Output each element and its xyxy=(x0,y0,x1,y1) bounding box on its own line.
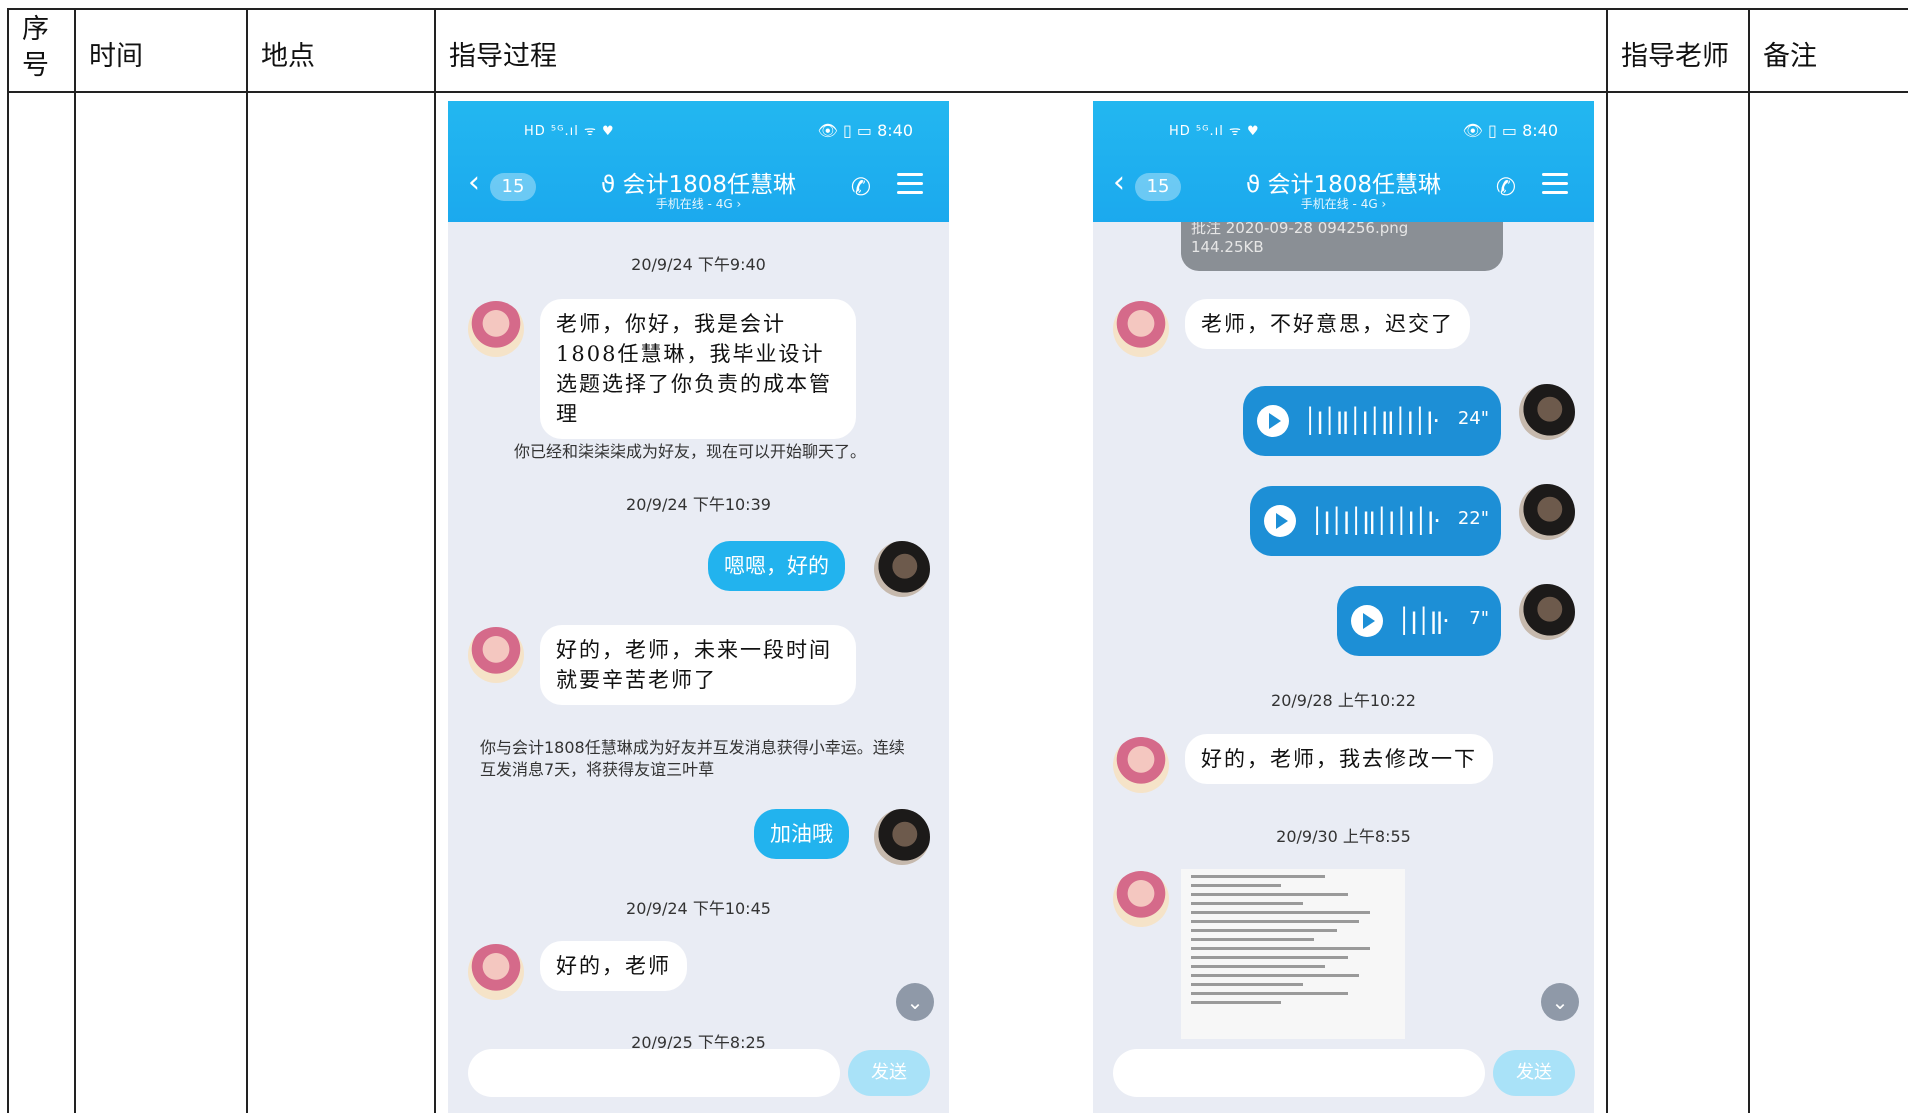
avatar-self[interactable] xyxy=(874,809,930,865)
avatar-self[interactable] xyxy=(1519,384,1575,440)
status-icons: HD ⁵ᴳ.ıl ᯤ ♥ xyxy=(1169,124,1260,139)
header-seq-line2: 号 xyxy=(22,50,49,81)
scroll-down-icon[interactable]: ⌄ xyxy=(896,983,934,1021)
message-bubble: 好的，老师 xyxy=(540,941,687,991)
system-notice: 你已经和柒柒柒成为好友，现在可以开始聊天了。 xyxy=(514,442,867,461)
chat-subtitle: 手机在线 - 4G › xyxy=(655,197,742,211)
avatar-self[interactable] xyxy=(874,541,930,597)
status-icons: HD ⁵ᴳ.ıl ᯤ ♥ xyxy=(524,124,615,139)
voice-message[interactable]: │ǀ│ǀ│ǀǀ│ǀ│ǀ│ǀ· 22" xyxy=(1250,486,1501,556)
send-button[interactable]: 发送 xyxy=(1493,1050,1575,1096)
menu-icon[interactable] xyxy=(897,173,923,195)
scroll-down-icon[interactable]: ⌄ xyxy=(1541,983,1579,1021)
chat-header: HD ⁵ᴳ.ıl ᯤ ♥ 👁 ▯ ▭ 8:40 ‹ 15 ϑ 会计1808任慧琳… xyxy=(1093,101,1594,222)
phone-call-icon[interactable]: ✆ xyxy=(851,173,871,201)
waveform-icon: │ǀ│ǀǀ· xyxy=(1397,607,1450,635)
voice-message[interactable]: │ǀ│ǀǀ│ǀ│ǀǀ│ǀ│ǀ· 24" xyxy=(1243,386,1501,456)
message-input[interactable] xyxy=(1113,1049,1485,1097)
avatar[interactable] xyxy=(1113,737,1169,793)
voice-duration: 22" xyxy=(1457,508,1489,529)
message-bubble: 老师，你好，我是会计1808任慧琳，我毕业设计选题选择了你负责的成本管理 xyxy=(540,299,856,439)
timestamp: 20/9/24 下午9:40 xyxy=(631,255,766,274)
status-time: 👁 ▯ ▭ 8:40 xyxy=(1462,121,1558,140)
avatar[interactable] xyxy=(468,301,524,357)
play-icon[interactable] xyxy=(1264,505,1296,537)
header-remarks: 备注 xyxy=(1763,41,1817,72)
chat-header: HD ⁵ᴳ.ıl ᯤ ♥ 👁 ▯ ▭ 8:40 ‹ 15 ϑ 会计1808任慧琳… xyxy=(448,101,949,222)
voice-message[interactable]: │ǀ│ǀǀ· 7" xyxy=(1337,586,1501,656)
avatar[interactable] xyxy=(468,627,524,683)
header-teacher: 指导老师 xyxy=(1621,41,1729,72)
status-time: 👁 ▯ ▭ 8:40 xyxy=(817,121,913,140)
avatar-self[interactable] xyxy=(1519,484,1575,540)
timestamp: 20/9/24 下午10:39 xyxy=(626,495,771,514)
header-place: 地点 xyxy=(261,41,315,72)
timestamp: 20/9/24 下午10:45 xyxy=(626,899,771,918)
play-icon[interactable] xyxy=(1351,605,1383,637)
chat-title: ϑ 会计1808任慧琳 xyxy=(600,172,797,198)
avatar-self[interactable] xyxy=(1519,584,1575,640)
send-button[interactable]: 发送 xyxy=(848,1050,930,1096)
play-icon[interactable] xyxy=(1257,405,1289,437)
voice-duration: 24" xyxy=(1457,408,1489,429)
file-size: 144.25KB xyxy=(1191,238,1264,256)
chat-screenshot-right: 批注 2020-09-28 094256.png 144.25KB HD ⁵ᴳ.… xyxy=(1093,101,1594,1113)
message-bubble: 好的，老师，我去修改一下 xyxy=(1185,734,1493,784)
header-seq-line1: 序 xyxy=(22,14,49,45)
header-seq: 序 号 xyxy=(22,12,62,84)
avatar[interactable] xyxy=(1113,301,1169,357)
menu-icon[interactable] xyxy=(1542,173,1568,195)
avatar[interactable] xyxy=(468,944,524,1000)
system-notice: 你与会计1808任慧琳成为好友并互发消息获得小幸运。连续互发消息7天，将获得友谊… xyxy=(480,738,905,779)
header-process: 指导过程 xyxy=(449,41,557,72)
waveform-icon: │ǀ│ǀǀ│ǀ│ǀǀ│ǀ│ǀ· xyxy=(1303,407,1440,435)
voice-duration: 7" xyxy=(1469,608,1489,629)
message-bubble-sent: 加油哦 xyxy=(754,809,849,859)
document-thumbnail[interactable] xyxy=(1181,869,1405,1039)
message-input[interactable] xyxy=(468,1049,840,1097)
chat-subtitle: 手机在线 - 4G › xyxy=(1300,197,1387,211)
phone-call-icon[interactable]: ✆ xyxy=(1496,173,1516,201)
waveform-icon: │ǀ│ǀ│ǀǀ│ǀ│ǀ│ǀ· xyxy=(1310,507,1441,535)
message-bubble: 老师，不好意思，迟交了 xyxy=(1185,299,1470,349)
timestamp: 20/9/28 上午10:22 xyxy=(1271,691,1416,710)
document-lines xyxy=(1181,875,1405,1004)
header-time: 时间 xyxy=(89,41,143,72)
avatar[interactable] xyxy=(1113,871,1169,927)
chat-screenshot-left: HD ⁵ᴳ.ıl ᯤ ♥ 👁 ▯ ▭ 8:40 ‹ 15 ϑ 会计1808任慧琳… xyxy=(448,101,949,1113)
chat-title: ϑ 会计1808任慧琳 xyxy=(1245,172,1442,198)
timestamp: 20/9/30 上午8:55 xyxy=(1276,827,1411,846)
message-bubble-sent: 嗯嗯，好的 xyxy=(708,541,845,591)
message-bubble: 好的，老师，未来一段时间就要辛苦老师了 xyxy=(540,625,856,705)
